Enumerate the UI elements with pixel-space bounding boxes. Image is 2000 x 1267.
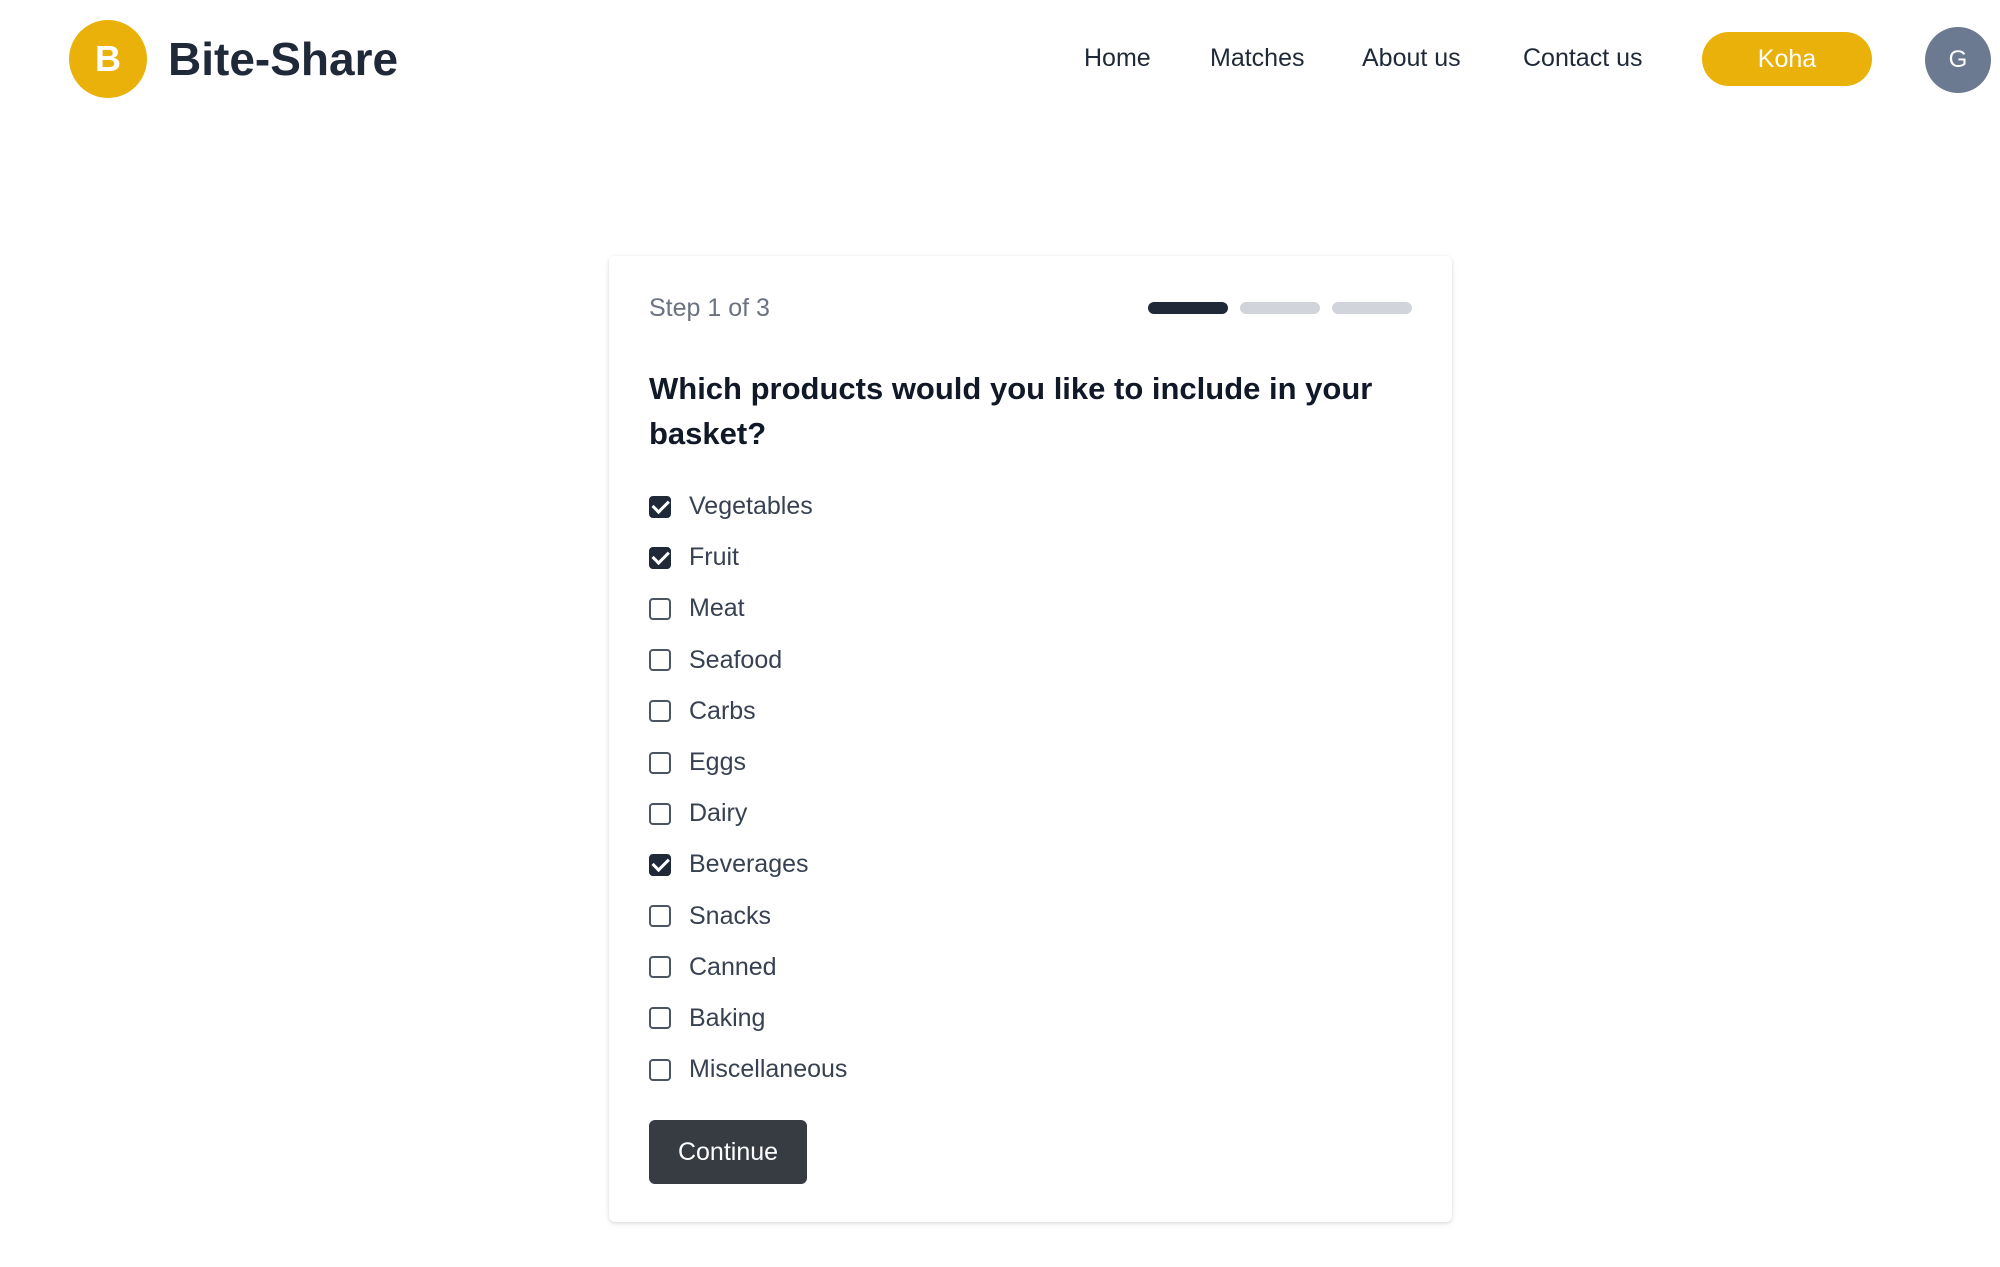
- option-beverages[interactable]: Beverages: [649, 839, 1349, 890]
- checkbox[interactable]: [649, 956, 671, 979]
- option-seafood[interactable]: Seafood: [649, 635, 1349, 686]
- option-label: Fruit: [689, 543, 739, 572]
- option-meat[interactable]: Meat: [649, 583, 1349, 634]
- step-indicator-label: Step 1 of 3: [649, 294, 770, 322]
- option-label: Canned: [689, 952, 777, 981]
- option-canned[interactable]: Canned: [649, 942, 1349, 993]
- option-fruit[interactable]: Fruit: [649, 532, 1349, 583]
- option-label: Miscellaneous: [689, 1055, 848, 1084]
- continue-button[interactable]: Continue: [649, 1120, 807, 1184]
- checkbox[interactable]: [649, 1058, 671, 1081]
- check-icon: [651, 546, 670, 565]
- progress-segment-step-3: [1332, 302, 1412, 314]
- site-header: B Bite-Share Home Matches About us Conta…: [0, 0, 2000, 120]
- wizard-card: Step 1 of 3 Which products would you lik…: [609, 256, 1452, 1222]
- nav-contact-link[interactable]: Contact us: [1523, 44, 1643, 73]
- checkbox[interactable]: [649, 700, 671, 723]
- check-icon: [651, 853, 670, 872]
- step-progress-bar: [1148, 302, 1412, 314]
- option-miscellaneous[interactable]: Miscellaneous: [649, 1044, 1349, 1095]
- option-label: Snacks: [689, 901, 771, 930]
- checkbox[interactable]: [649, 546, 671, 569]
- progress-segment-step-2: [1240, 302, 1320, 314]
- brand-logo-icon: B: [69, 20, 147, 98]
- brand-name: Bite-Share: [168, 33, 399, 85]
- option-label: Baking: [689, 1003, 766, 1032]
- checkbox[interactable]: [649, 597, 671, 620]
- option-dairy[interactable]: Dairy: [649, 788, 1349, 839]
- checkbox[interactable]: [649, 853, 671, 876]
- product-options-list: Vegetables Fruit Meat Seafood Carbs Eggs…: [649, 481, 1349, 1095]
- option-vegetables[interactable]: Vegetables: [649, 481, 1349, 532]
- user-avatar[interactable]: G: [1925, 27, 1991, 93]
- checkbox[interactable]: [649, 802, 671, 825]
- option-carbs[interactable]: Carbs: [649, 686, 1349, 737]
- option-label: Carbs: [689, 696, 756, 725]
- nav-about-link[interactable]: About us: [1362, 44, 1461, 73]
- option-label: Beverages: [689, 850, 809, 879]
- option-label: Vegetables: [689, 492, 813, 521]
- check-icon: [651, 495, 670, 514]
- option-snacks[interactable]: Snacks: [649, 891, 1349, 942]
- checkbox[interactable]: [649, 751, 671, 774]
- checkbox[interactable]: [649, 495, 671, 518]
- checkbox[interactable]: [649, 649, 671, 672]
- nav-home-link[interactable]: Home: [1084, 44, 1151, 73]
- checkbox[interactable]: [649, 905, 671, 928]
- nav-matches-link[interactable]: Matches: [1210, 44, 1304, 73]
- option-label: Eggs: [689, 748, 746, 777]
- checkbox[interactable]: [649, 1007, 671, 1030]
- option-eggs[interactable]: Eggs: [649, 737, 1349, 788]
- option-baking[interactable]: Baking: [649, 993, 1349, 1044]
- question-heading: Which products would you like to include…: [649, 371, 1373, 451]
- option-label: Dairy: [689, 799, 748, 828]
- option-label: Seafood: [689, 645, 783, 674]
- progress-segment-step-1: [1148, 302, 1228, 314]
- option-label: Meat: [689, 594, 745, 623]
- koha-button[interactable]: Koha: [1702, 32, 1872, 86]
- brand[interactable]: B Bite-Share: [69, 20, 398, 98]
